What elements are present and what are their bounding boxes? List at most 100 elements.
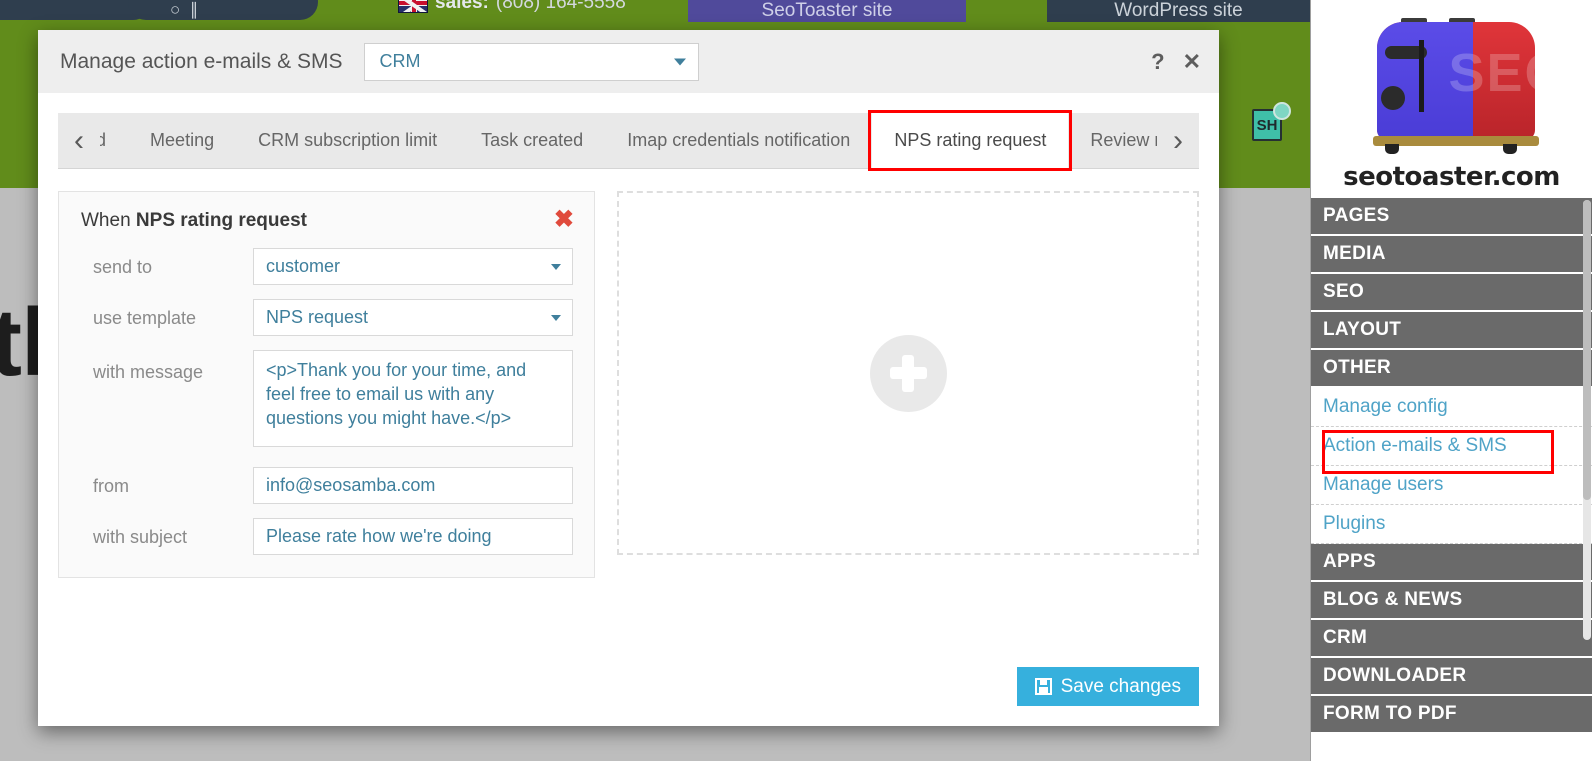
plus-icon[interactable] [869,334,947,412]
site-tile-wordpress[interactable]: WordPress site [1047,0,1310,22]
field-row-from: from info@seosamba.com [71,467,574,504]
sidebar-item-crm-label: CRM [1323,627,1368,648]
sidebar-item-action-emails-sms[interactable]: Action e-mails & SMS [1311,427,1592,466]
sidebar-item-media-label: MEDIA [1323,243,1386,264]
save-changes-label: Save changes [1060,675,1181,697]
chevron-down-icon [551,314,561,321]
tabs-strip: ned Meeting CRM subscription limit Task … [100,113,1157,168]
chevron-down-icon [674,58,687,65]
modal-footer: Save changes [1016,667,1199,706]
sidebar-item-layout[interactable]: LAYOUT [1311,312,1592,350]
form-heading-prefix: When [81,210,131,231]
sidebar-item-manage-users-label: Manage users [1323,474,1444,495]
modal-body: When NPS rating request ✖ send to custom… [38,169,1219,578]
sidebar-item-blog-news-label: BLOG & NEWS [1323,589,1463,610]
sidebar-item-plugins[interactable]: Plugins [1311,505,1592,544]
sh-status-dot-icon [1273,102,1291,120]
sidebar-logo-text: seotoaster.com [1343,162,1560,192]
field-label-with-subject: with subject [93,527,188,547]
save-icon [1034,678,1052,695]
with-subject-input[interactable]: Please rate how we're doing [253,518,573,555]
tab-meeting[interactable]: Meeting [128,113,237,168]
modal-header-actions: ? ✕ [1151,50,1201,73]
site-tile-wordpress-label: WordPress site [1114,0,1243,21]
tab-task-created[interactable]: Task created [459,113,606,168]
admin-sidebar: SEO seotoaster.com PAGES MEDIA SEO LAYOU… [1310,0,1592,761]
sidebar-item-downloader[interactable]: DOWNLOADER [1311,658,1592,696]
from-input[interactable]: info@seosamba.com [253,467,573,504]
tabs-prev-arrow-icon[interactable]: ‹ [58,113,100,168]
tab-crm-subscription-limit[interactable]: CRM subscription limit [236,113,460,168]
use-template-value: NPS request [266,307,369,327]
tab-meeting-label: Meeting [150,130,215,150]
field-row-with-message: with message <p>Thank you for your time,… [71,350,574,447]
tab-nps-rating-request-label: NPS rating request [894,130,1047,150]
sidebar-item-blog-news[interactable]: BLOG & NEWS [1311,582,1592,620]
sidebar-item-pages-label: PAGES [1323,205,1390,226]
site-tile-seotoaster-label: SeoToaster site [761,0,893,21]
tab-imap-credentials-notification[interactable]: Imap credentials notification [605,113,873,168]
sidebar-item-crm[interactable]: CRM [1311,620,1592,658]
field-label-from: from [93,476,129,496]
tab-task-created-label: Task created [481,130,584,150]
sales-number: (808) 164-5558 [495,0,626,13]
sidebar-item-other[interactable]: OTHER [1311,350,1592,388]
send-to-value: customer [266,256,341,276]
help-icon[interactable]: ? [1151,50,1164,73]
toaster-seo-text: SEO [1448,43,1569,103]
field-label-send-to: send to [93,257,153,277]
field-label-with-message: with message [93,362,204,382]
sidebar-item-manage-config[interactable]: Manage config [1311,388,1592,427]
tab-ned-label: ned [100,130,107,150]
form-close-icon[interactable]: ✖ [554,208,574,232]
field-label-use-template: use template [93,308,197,328]
site-sales-phone[interactable]: sales: (808) 164-5558 [398,0,626,14]
with-message-textarea[interactable]: <p>Thank you for your time, and feel fre… [253,350,573,447]
toaster-logo-icon: SEO [1357,18,1567,158]
save-changes-button[interactable]: Save changes [1016,667,1199,706]
sidebar-item-manage-config-label: Manage config [1323,396,1448,417]
tab-imap-credentials-notification-label: Imap credentials notification [627,130,851,150]
sidebar-item-downloader-label: DOWNLOADER [1323,665,1467,686]
screen: ○ ∥ sales: (808) 164-5558 SeoToaster sit… [0,0,1592,761]
site-select[interactable]: CRM [364,42,700,81]
tabs-next-arrow-icon[interactable]: › [1157,113,1199,168]
field-row-with-subject: with subject Please rate how we're doing [71,518,574,555]
modal-header: Manage action e-mails & SMS CRM ? ✕ [38,30,1219,93]
sidebar-logo[interactable]: SEO seotoaster.com [1311,0,1592,198]
sidebar-item-manage-users[interactable]: Manage users [1311,466,1592,505]
tab-crm-subscription-limit-label: CRM subscription limit [258,130,438,150]
page-title: Manage action e-mails & SMS [60,49,343,73]
sidebar-item-apps-label: APPS [1323,551,1376,572]
sh-badge-label: SH [1256,116,1278,134]
field-row-use-template: use template NPS request [71,299,574,336]
add-action-dropzone[interactable] [617,191,1199,555]
sidebar-item-apps[interactable]: APPS [1311,544,1592,582]
tab-bar: ‹ ned Meeting CRM subscription limit Tas… [58,110,1199,171]
action-email-form: When NPS rating request ✖ send to custom… [58,191,595,578]
use-template-select[interactable]: NPS request [253,299,573,336]
sidebar-item-other-label: OTHER [1323,357,1391,378]
tab-ned[interactable]: ned [100,113,129,168]
close-icon[interactable]: ✕ [1183,50,1201,73]
site-select-value: CRM [379,51,421,71]
tab-nps-rating-request[interactable]: NPS rating request [872,113,1069,168]
sales-label: sales: [435,0,489,13]
site-nav-pill-center[interactable]: ○ ∥ [128,0,318,20]
tab-review-request[interactable]: Review request [1068,113,1157,168]
site-tile-seotoaster[interactable]: SeoToaster site [688,0,966,22]
sidebar-item-action-emails-sms-label: Action e-mails & SMS [1323,435,1507,456]
chevron-down-icon [551,263,561,270]
form-heading: When NPS rating request [71,210,574,232]
manage-action-emails-modal: Manage action e-mails & SMS CRM ? ✕ ‹ ne… [38,30,1219,726]
sidebar-item-pages[interactable]: PAGES [1311,198,1592,236]
sidebar-item-seo[interactable]: SEO [1311,274,1592,312]
send-to-select[interactable]: customer [253,248,573,285]
sidebar-item-media[interactable]: MEDIA [1311,236,1592,274]
sidebar-scrollbar[interactable] [1583,200,1591,640]
sidebar-item-form-to-pdf[interactable]: FORM TO PDF [1311,696,1592,734]
site-nav-pill-glyph: ○ ∥ [170,0,199,19]
sidebar-item-plugins-label: Plugins [1323,513,1386,534]
field-row-send-to: send to customer [71,248,574,285]
sidebar-item-layout-label: LAYOUT [1323,319,1402,340]
